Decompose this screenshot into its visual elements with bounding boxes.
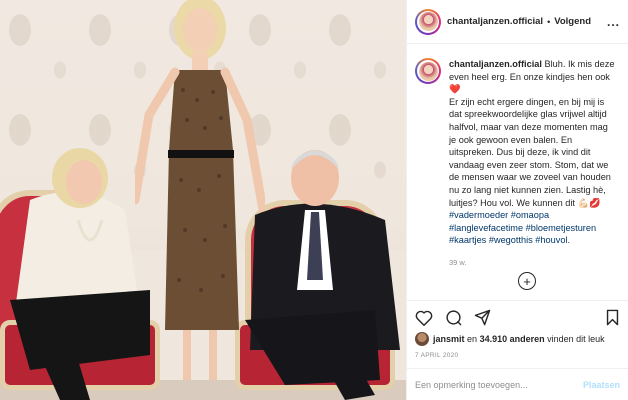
comment-icon[interactable] (445, 309, 462, 326)
heart-emoji: ❤️ (449, 84, 461, 95)
likes-and: en (467, 334, 478, 344)
more-options-icon[interactable]: ... (607, 15, 620, 29)
time-ago: 39 w. (449, 257, 467, 267)
heart-icon[interactable] (415, 310, 433, 326)
liker-avatar[interactable] (415, 332, 429, 346)
post-sidebar: chantaljanzen.official • Volgend ... cha… (406, 0, 628, 400)
share-icon[interactable] (474, 309, 491, 326)
likes-summary: jansmit en 34.910 anderen vinden dit leu… (415, 332, 605, 346)
load-more-comments-button[interactable]: + (518, 272, 536, 290)
username-link[interactable]: chantaljanzen.official (447, 16, 543, 27)
hashtags[interactable]: #vadermoeder #omaopa #langlevefacetime #… (449, 210, 596, 245)
caption-text-2: Er zijn echt ergere dingen, en bij mij i… (449, 96, 611, 208)
seated-man (225, 140, 405, 400)
liker-username-link[interactable]: jansmit (433, 334, 465, 344)
caption-emoji: 💪🏻💋 (577, 197, 601, 208)
comment-box: Een opmerking toevoegen... Plaatsen (407, 368, 628, 400)
likes-suffix: vinden dit leuk (547, 334, 605, 344)
post-photo[interactable] (0, 0, 406, 400)
likes-count-link[interactable]: 34.910 anderen (480, 334, 545, 344)
comment-input[interactable]: Een opmerking toevoegen... (415, 380, 528, 390)
seated-woman (0, 140, 160, 400)
caption-username-link[interactable]: chantaljanzen.official (449, 59, 542, 69)
bookmark-icon[interactable] (605, 309, 620, 326)
action-bar (407, 300, 628, 334)
separator-dot: • (547, 16, 551, 27)
caption-avatar[interactable] (415, 58, 441, 84)
avatar[interactable] (415, 8, 441, 35)
post-comment-button[interactable]: Plaatsen (583, 380, 620, 390)
following-button[interactable]: Volgend (554, 16, 591, 27)
post-header: chantaljanzen.official • Volgend ... (407, 0, 628, 44)
caption: chantaljanzen.official Bluh. Ik mis deze… (449, 58, 617, 270)
caption-block: chantaljanzen.official Bluh. Ik mis deze… (407, 44, 628, 270)
post-date: 7 APRIL 2020 (415, 352, 459, 359)
